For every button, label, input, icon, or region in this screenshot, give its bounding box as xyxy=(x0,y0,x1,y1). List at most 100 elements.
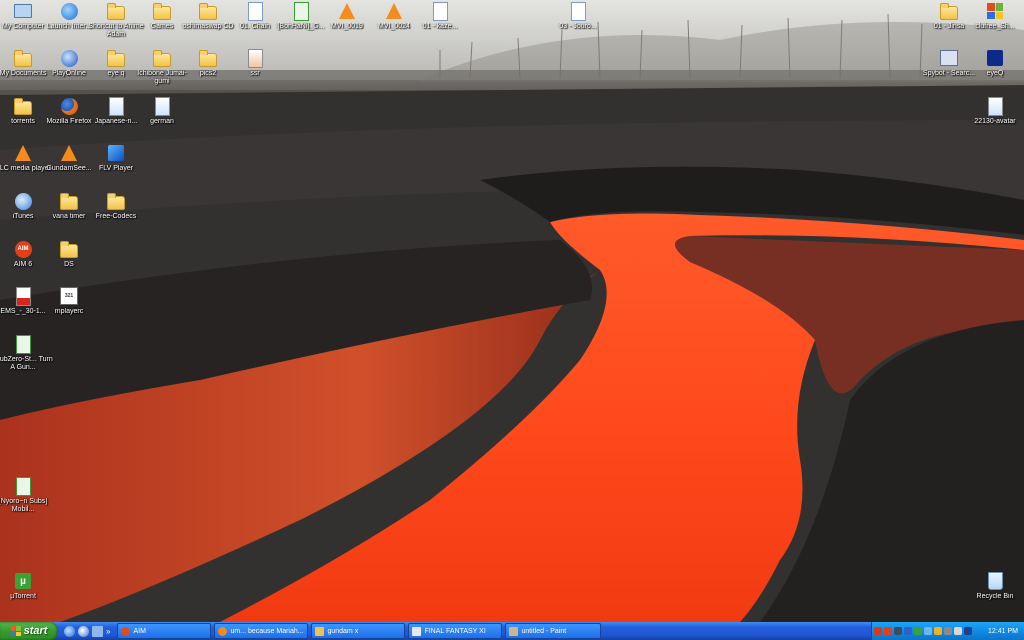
icon-label: Recycle Bin xyxy=(976,593,1014,600)
taskbar-button-final-fantasy-xi[interactable]: FINAL FANTASY XI xyxy=(408,623,503,639)
internet-explorer-icon xyxy=(60,2,78,20)
window-icon xyxy=(412,626,422,636)
media-player-classic-icon: 321 xyxy=(60,287,78,305)
folder-icon xyxy=(940,2,958,20)
icon-label: FLV Player xyxy=(98,165,134,172)
system-tray: 12:41 PM xyxy=(871,622,1024,640)
tray-misc-icon[interactable] xyxy=(964,627,972,635)
show-desktop-icon[interactable] xyxy=(92,625,103,637)
icon-label: german xyxy=(150,118,174,125)
icon-label: mplayerc xyxy=(54,308,84,315)
icon-label: DS xyxy=(64,261,74,268)
quick-launch-chevron-icon[interactable]: » xyxy=(106,627,110,636)
desktop-icon-subzero[interactable]: [SubZero-St... Turn A Gun... xyxy=(0,334,55,393)
desktop-icon-recycle-bin[interactable]: Recycle Bin xyxy=(963,572,1024,622)
computer-icon xyxy=(14,2,32,20)
mp3-file-icon xyxy=(431,1,449,21)
itunes-icon xyxy=(14,192,32,210)
icon-label: eyeQ xyxy=(986,70,1004,77)
tray-utorrent-icon[interactable] xyxy=(914,627,922,635)
folder-icon xyxy=(153,49,171,67)
desktop-icon-mp3-top[interactable]: 03 - Jouro... xyxy=(546,1,610,60)
paint-icon xyxy=(509,626,519,636)
torrent-file-icon xyxy=(292,1,310,21)
windows-logo-icon xyxy=(986,2,1004,20)
aim-icon xyxy=(121,626,131,636)
tray-player-icon[interactable] xyxy=(944,627,952,635)
taskbar-button-gundam-x[interactable]: gundam x xyxy=(311,623,406,639)
folder-icon xyxy=(199,2,217,20)
start-label: start xyxy=(23,625,48,637)
shortcut-file-icon xyxy=(153,96,171,116)
icon-label: 01 - kaze... xyxy=(422,23,458,30)
taskbar-button-label: gundam x xyxy=(327,627,359,635)
tray-volume-icon[interactable] xyxy=(884,627,892,635)
quick-launch: » xyxy=(64,625,110,637)
vlc-cone-icon xyxy=(14,144,32,162)
taskbar-button-label: AIM xyxy=(133,627,146,635)
icon-label: 22130-avatar xyxy=(974,118,1016,125)
desktop-icon-kaze[interactable]: 01 - kaze... xyxy=(408,1,472,60)
icon-label: 03 - Jouro... xyxy=(559,23,597,30)
windows-flag-icon xyxy=(10,626,21,636)
clock[interactable]: 12:41 PM xyxy=(988,628,1018,635)
tray-app-icon[interactable] xyxy=(924,627,932,635)
folder-icon xyxy=(14,97,32,115)
tray-network-icon[interactable] xyxy=(894,627,902,635)
pdf-file-icon xyxy=(14,286,32,306)
taskbar-button-label: untitled - Paint xyxy=(521,627,567,635)
shortcut-file-icon xyxy=(107,96,125,116)
playonline-globe-icon xyxy=(60,49,78,67)
folder-icon xyxy=(107,2,125,20)
mp3-file-icon xyxy=(246,1,264,21)
eye-icon xyxy=(986,49,1004,67)
aim-icon: AIM xyxy=(14,240,32,258)
internet-explorer-icon[interactable] xyxy=(64,625,75,637)
firefox-icon xyxy=(60,97,78,115)
media-player-icon[interactable] xyxy=(78,625,89,637)
start-button[interactable]: start xyxy=(0,622,58,640)
vlc-cone-icon xyxy=(338,2,356,20)
tray-shield-icon[interactable] xyxy=(904,627,912,635)
icon-label: [Nyoro~n Subs] Mobil... xyxy=(0,498,48,513)
utorrent-icon: µ xyxy=(14,572,32,590)
taskbar-button-label: um... because Mariah... xyxy=(230,627,304,635)
desktop-icon-utorrent[interactable]: µ µTorrent xyxy=(0,572,55,622)
torrent-file-icon xyxy=(14,334,32,354)
spybot-icon xyxy=(940,49,958,67)
icon-label: clufree_Sh... xyxy=(975,23,1015,30)
taskbar: start » AIM um... because Mariah... gund… xyxy=(0,622,1024,640)
folder-icon xyxy=(107,49,125,67)
tray-chevron-icon[interactable] xyxy=(874,627,882,635)
tray-security-icon[interactable] xyxy=(954,627,962,635)
taskbar-button-label: FINAL FANTASY XI xyxy=(424,627,486,635)
mp3-file-icon xyxy=(569,1,587,21)
image-file-icon xyxy=(986,96,1004,116)
desktop-icon-ssr[interactable]: ssr xyxy=(223,48,287,107)
image-file-icon xyxy=(246,48,264,68)
folder-icon xyxy=(315,626,325,636)
folder-icon xyxy=(153,2,171,20)
documents-folder-icon xyxy=(14,49,32,67)
desktop-icon-nyoro[interactable]: [Nyoro~n Subs] Mobil... xyxy=(0,476,55,535)
recycle-bin-icon xyxy=(986,572,1004,590)
desktop-icon-avatar[interactable]: 22130-avatar xyxy=(963,96,1024,155)
icon-label: ssr xyxy=(250,70,260,77)
flv-player-icon xyxy=(107,144,125,162)
torrent-file-icon xyxy=(14,476,32,496)
folder-icon xyxy=(107,192,125,210)
firefox-icon xyxy=(218,626,228,636)
vlc-cone-icon xyxy=(385,2,403,20)
taskbar-button-firefox[interactable]: um... because Mariah... xyxy=(214,623,309,639)
icon-label: [SubZero-St... Turn A Gun... xyxy=(0,356,53,371)
icon-label: µTorrent xyxy=(10,593,36,600)
tray-info-icon[interactable] xyxy=(934,627,942,635)
desktop[interactable]: My Computer Launch Inter... Shortcut to … xyxy=(0,0,1024,622)
folder-icon xyxy=(60,192,78,210)
folder-icon xyxy=(60,240,78,258)
vlc-cone-icon xyxy=(60,144,78,162)
folder-icon xyxy=(199,49,217,67)
taskbar-button-aim[interactable]: AIM xyxy=(117,623,212,639)
icon-label: Free-Codecs xyxy=(95,213,137,220)
taskbar-button-paint[interactable]: untitled - Paint xyxy=(505,623,602,639)
